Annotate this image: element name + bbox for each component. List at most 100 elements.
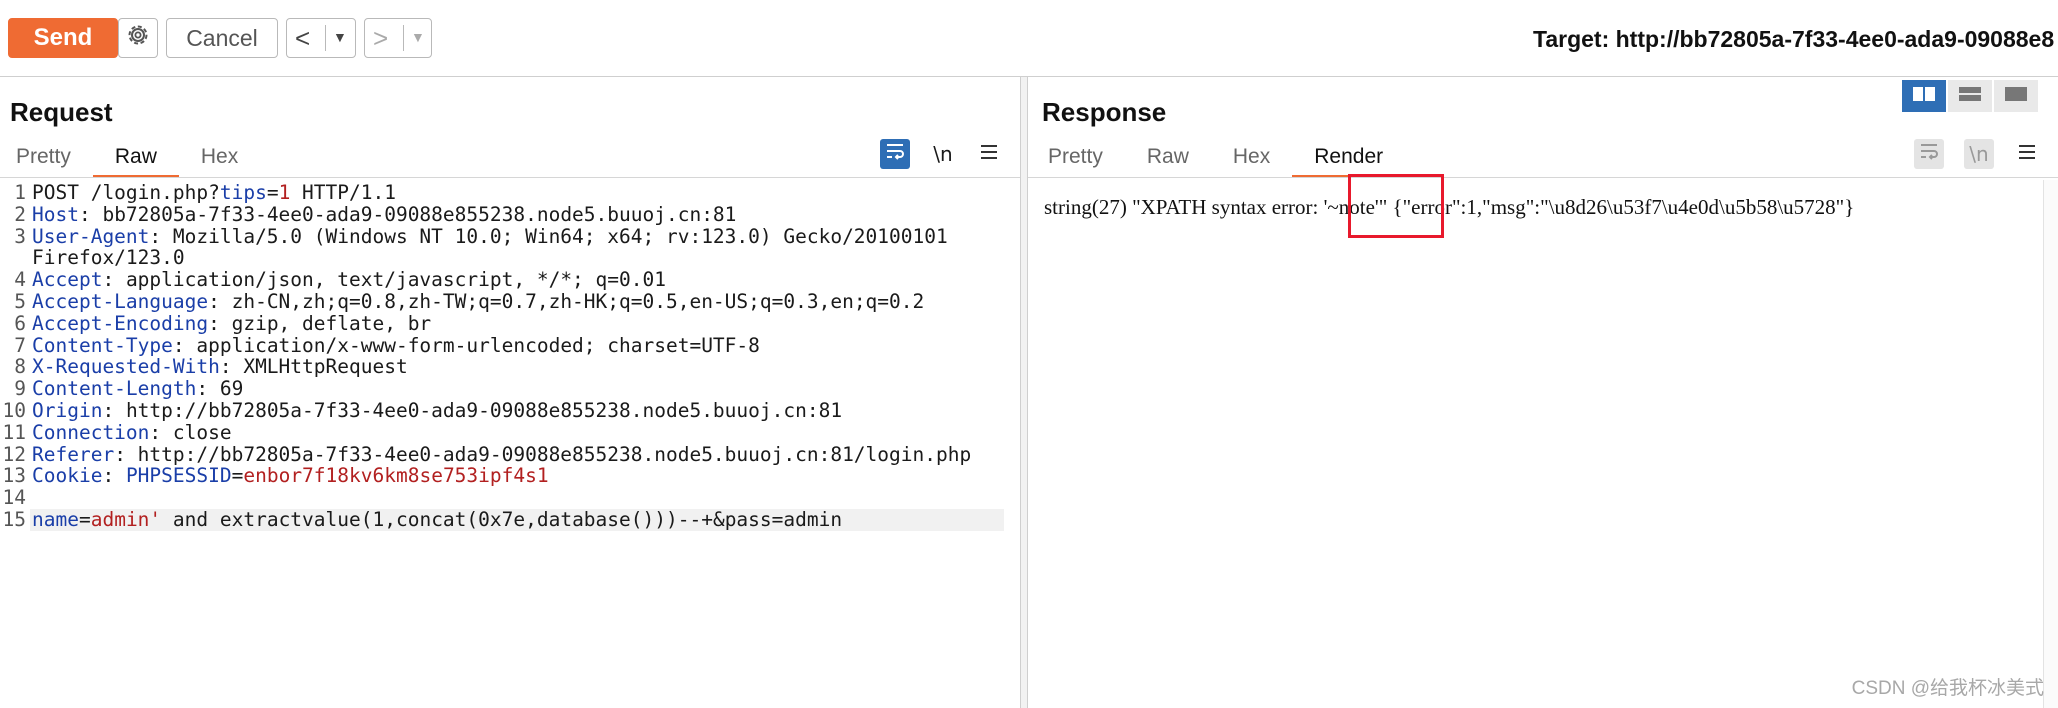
header-sep: : [208, 311, 232, 335]
tab-pretty[interactable]: Pretty [1028, 139, 1125, 175]
gear-icon [125, 22, 151, 54]
line-number: 1 [14, 181, 26, 204]
request-editor[interactable]: 1 POST /login.php?tips=1 HTTP/1.1 2 Host: b… [0, 180, 1020, 708]
back-dropdown-caret-icon[interactable]: ▼ [333, 29, 347, 45]
body-equals: = [78, 508, 91, 531]
layout-switcher [1900, 80, 2038, 112]
header-sep: : [196, 377, 220, 401]
header-key: Cookie [32, 464, 103, 488]
header-value: application/x-www-form-urlencoded; chars… [196, 333, 760, 357]
history-forward-button[interactable]: > ▼ [364, 18, 432, 58]
rendered-response: string(27) "XPATH syntax error: '~note'"… [1044, 195, 1855, 219]
header-value: zh-CN,zh;q=0.8,zh-TW;q=0.7,zh-HK;q=0.5,e… [231, 290, 925, 313]
header-key: Accept-Language [32, 290, 209, 313]
header-value: close [172, 420, 232, 444]
send-button[interactable]: Send [8, 18, 118, 58]
header-key: Referer [32, 442, 115, 466]
tab-pretty[interactable]: Pretty [0, 139, 93, 175]
query-param-value: 1 [278, 181, 291, 204]
line-content: Origin: http://bb72805a-7f33-4ee0-ada9-0… [32, 400, 842, 422]
tab-raw[interactable]: Raw [92, 139, 179, 178]
header-key: User-Agent [32, 224, 150, 248]
word-wrap-toggle[interactable] [880, 139, 910, 169]
header-sep: : [114, 442, 138, 466]
line-number: 7 [14, 333, 26, 357]
line-content: User-Agent: Mozilla/5.0 (Windows NT 10.0… [32, 224, 948, 248]
forward-label: > [373, 22, 389, 53]
back-label: < [295, 22, 311, 53]
line-content: Connection: close [32, 420, 232, 444]
annotation-highlight-box [1348, 174, 1444, 238]
tab-hex[interactable]: Hex [179, 139, 260, 175]
menu-button[interactable] [974, 139, 1004, 169]
line-number: 5 [14, 290, 26, 313]
request-tabs: Pretty Raw Hex [0, 139, 260, 178]
tab-render[interactable]: Render [1292, 139, 1406, 178]
menu-button[interactable] [2012, 139, 2042, 169]
newline-toggle[interactable]: \n [928, 139, 958, 169]
target-url[interactable]: Target: http://bb72805a-7f33-4ee0-ada9-0… [1533, 26, 2054, 53]
header-sep: : [149, 224, 173, 248]
newline-toggle[interactable]: \n [1964, 139, 1994, 169]
line-content: Content-Type: application/x-www-form-url… [32, 333, 760, 357]
line-content: POST /login.php?tips=1 HTTP/1.1 [32, 182, 396, 204]
line-content: Host: bb72805a-7f33-4ee0-ada9-09088e8552… [32, 202, 737, 226]
forward-dropdown-caret-icon[interactable]: ▼ [411, 29, 425, 45]
response-tabs: Pretty Raw Hex Render [1028, 139, 1406, 178]
columns-icon [1912, 86, 1936, 107]
line-content: Referer: http://bb72805a-7f33-4ee0-ada9-… [32, 442, 971, 466]
line-number: 15 [2, 508, 26, 531]
cancel-button[interactable]: Cancel [166, 18, 278, 58]
layout-stacked-button[interactable] [1948, 80, 1992, 112]
header-value: application/json, text/javascript, */*; … [125, 268, 666, 292]
line-number: 9 [14, 377, 26, 401]
request-pane: Request Pretty Raw Hex \n 1 POST /login.p… [0, 77, 1020, 708]
request-method-path: POST /login.php? [32, 181, 220, 204]
header-key: Accept-Encoding [32, 311, 209, 335]
line-number: 14 [2, 486, 26, 510]
tab-hex[interactable]: Hex [1211, 139, 1292, 175]
line-number: 6 [14, 311, 26, 335]
hamburger-icon [980, 143, 998, 166]
toolbar: Send Cancel < ▼ > ▼ Target: http://bb728… [0, 0, 2058, 77]
header-sep: : [149, 420, 173, 444]
watermark: CSDN @给我杯冰美式 [1851, 678, 2044, 699]
line-number: 4 [14, 268, 26, 292]
rows-icon [1958, 86, 1982, 107]
header-sep: : [102, 399, 126, 422]
single-panel-icon [2004, 86, 2028, 107]
header-key: Content-Type [32, 333, 173, 357]
header-sep: : [102, 268, 126, 292]
cookie-value: enbor7f18kv6km8se753ipf4s1 [243, 464, 549, 488]
tab-raw[interactable]: Raw [1125, 139, 1211, 175]
header-value: XMLHttpRequest [243, 355, 408, 379]
header-key: Accept [32, 268, 103, 292]
response-scrollbar[interactable] [2043, 180, 2058, 708]
pane-divider[interactable] [1020, 77, 1028, 708]
line-content: Cookie: PHPSESSID=enbor7f18kv6km8se753ip… [32, 465, 549, 487]
history-back-button[interactable]: < ▼ [286, 18, 356, 58]
header-key: X-Requested-With [32, 355, 220, 379]
header-key: Host [32, 202, 79, 226]
tab-underline [0, 177, 1020, 178]
plain-text: Firefox/123.0 [32, 246, 185, 270]
split-divider [403, 25, 404, 51]
header-value: 69 [219, 377, 244, 401]
header-sep: : [78, 202, 103, 226]
line-number: 13 [2, 464, 26, 488]
header-value: bb72805a-7f33-4ee0-ada9-09088e855238.nod… [102, 202, 737, 226]
line-number: 10 [2, 399, 26, 422]
word-wrap-toggle[interactable] [1914, 139, 1944, 169]
layout-side-by-side-button[interactable] [1902, 80, 1946, 112]
line-number: 12 [2, 442, 26, 466]
line-content: Accept-Encoding: gzip, deflate, br [32, 311, 431, 335]
line-content: Content-Length: 69 [32, 378, 243, 400]
http-version: HTTP/1.1 [290, 181, 396, 204]
header-value: http://bb72805a-7f33-4ee0-ada9-09088e855… [125, 399, 843, 422]
layout-tabs-button[interactable] [1994, 80, 2038, 112]
header-value: Mozilla/5.0 (Windows NT 10.0; Win64; x64… [172, 224, 948, 248]
body-param-value: admin' [90, 508, 162, 531]
line-content: name=admin' and extractvalue(1,concat(0x… [32, 509, 842, 531]
line-content: Firefox/123.0 [32, 247, 185, 269]
settings-button[interactable] [118, 18, 158, 58]
